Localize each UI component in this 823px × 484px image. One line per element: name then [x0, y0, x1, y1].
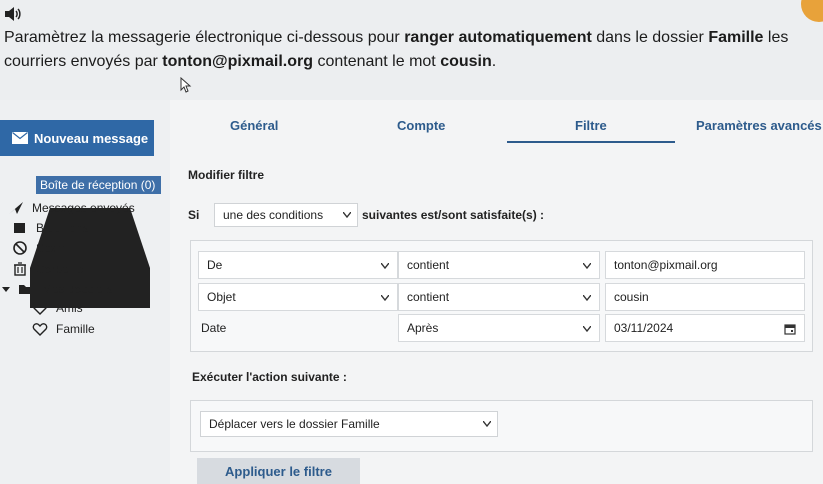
condition-3-date-input[interactable]: 03/11/2024: [605, 314, 805, 342]
instr-part: dans le dossier: [591, 29, 709, 46]
condition-2-value-input[interactable]: cousin: [605, 283, 805, 311]
sidebar-item-label: Spam: [36, 241, 68, 255]
sidebar-item-trash[interactable]: Corbeille: [12, 260, 83, 278]
tab-parametres-avances[interactable]: Paramètres avancés: [696, 118, 822, 133]
active-tab-indicator: [507, 141, 675, 143]
corner-badge: [801, 0, 823, 22]
chevron-down-icon: [343, 212, 351, 218]
calendar-icon[interactable]: [784, 323, 796, 335]
new-message-label: Nouveau message: [34, 130, 149, 146]
apply-filter-label: Appliquer le filtre: [225, 463, 332, 479]
condition-mode-select[interactable]: une des conditions: [214, 203, 358, 227]
instr-bold: Famille: [708, 29, 764, 46]
condition-operator-value: contient: [407, 258, 450, 272]
condition-operator-value: Après: [407, 321, 439, 335]
condition-mode-value: une des conditions: [223, 208, 324, 222]
tab-compte[interactable]: Compte: [397, 118, 445, 133]
action-value: Déplacer vers le dossier Famille: [209, 417, 380, 431]
instr-bold: cousin: [440, 53, 492, 70]
sidebar-item-label: Brouillons: [36, 221, 89, 235]
condition-suffix: suivantes est/sont satisfaite(s) :: [362, 208, 545, 222]
condition-2-operator-select[interactable]: contient: [398, 283, 600, 311]
instructions-text: Paramètrez la messagerie électronique ci…: [4, 26, 794, 74]
chevron-down-icon: [583, 263, 591, 269]
condition-1-field-select[interactable]: De: [198, 251, 398, 279]
action-select[interactable]: Déplacer vers le dossier Famille: [200, 411, 498, 437]
mail-panel: Nouveau message Boîte de réception (0) M…: [0, 100, 823, 484]
instr-part: .: [491, 53, 497, 70]
condition-3-field-label: Date: [201, 321, 227, 335]
action-heading: Exécuter l'action suivante :: [192, 370, 347, 384]
condition-2-field-select[interactable]: Objet: [198, 283, 398, 311]
sidebar-item-label: Corbeille: [36, 262, 84, 276]
condition-value-text: tonton@pixmail.org: [614, 258, 718, 272]
folder-icon: [19, 285, 33, 294]
sidebar-item-sent[interactable]: Messages envoyés: [8, 199, 135, 217]
mouse-cursor-icon: [180, 77, 192, 93]
instr-bold: tonton@pixmail.org: [162, 53, 313, 70]
condition-value-text: 03/11/2024: [614, 321, 674, 335]
sidebar-item-famille[interactable]: Famille: [32, 320, 95, 338]
spam-icon: [13, 241, 27, 255]
send-icon: [9, 202, 23, 214]
chevron-down-icon: [583, 295, 591, 301]
trash-icon: [14, 262, 26, 276]
sidebar-item-drafts[interactable]: Brouillons: [12, 219, 89, 237]
condition-1-value-input[interactable]: tonton@pixmail.org: [605, 251, 805, 279]
condition-1-operator-select[interactable]: contient: [398, 251, 600, 279]
caret-down-icon[interactable]: [2, 285, 10, 293]
condition-field-value: Objet: [207, 290, 236, 304]
sidebar-item-my-folders[interactable]: Mes dossiers: [2, 280, 113, 298]
settings-tabs: Général Compte Filtre Paramètres avancés: [170, 100, 823, 146]
instr-part: contenant le mot: [313, 53, 441, 70]
sidebar-item-label: Mes dossiers: [42, 282, 113, 296]
sidebar: Nouveau message Boîte de réception (0) M…: [0, 100, 170, 484]
instr-part: Paramètrez la messagerie électronique ci…: [4, 29, 405, 46]
chevron-down-icon: [381, 263, 389, 269]
sidebar-item-label: Messages envoyés: [32, 201, 135, 215]
sidebar-item-label: Famille: [56, 322, 95, 336]
instr-bold: ranger automatiquement: [404, 29, 592, 46]
chevron-down-icon: [381, 295, 389, 301]
si-label: Si: [188, 208, 200, 222]
new-message-button[interactable]: Nouveau message: [0, 120, 154, 156]
tab-general[interactable]: Général: [230, 118, 278, 133]
chevron-down-icon: [483, 421, 491, 427]
chevron-down-icon: [583, 326, 591, 332]
heart-icon: [32, 302, 48, 315]
condition-operator-value: contient: [407, 290, 450, 304]
sidebar-item-spam[interactable]: Spam: [12, 239, 67, 257]
sidebar-item-label: Amis: [56, 301, 83, 315]
speaker-icon[interactable]: [4, 6, 22, 22]
envelope-icon: [12, 132, 28, 144]
draft-icon: [14, 223, 25, 233]
condition-field-value: De: [207, 258, 223, 272]
sidebar-item-amis[interactable]: Amis: [32, 299, 83, 317]
tab-filtre[interactable]: Filtre: [575, 118, 607, 133]
condition-3-operator-select[interactable]: Après: [398, 314, 600, 342]
filter-heading: Modifier filtre: [188, 168, 265, 182]
apply-filter-button[interactable]: Appliquer le filtre: [197, 458, 360, 484]
condition-value-text: cousin: [614, 290, 649, 304]
heart-icon: [32, 323, 48, 336]
